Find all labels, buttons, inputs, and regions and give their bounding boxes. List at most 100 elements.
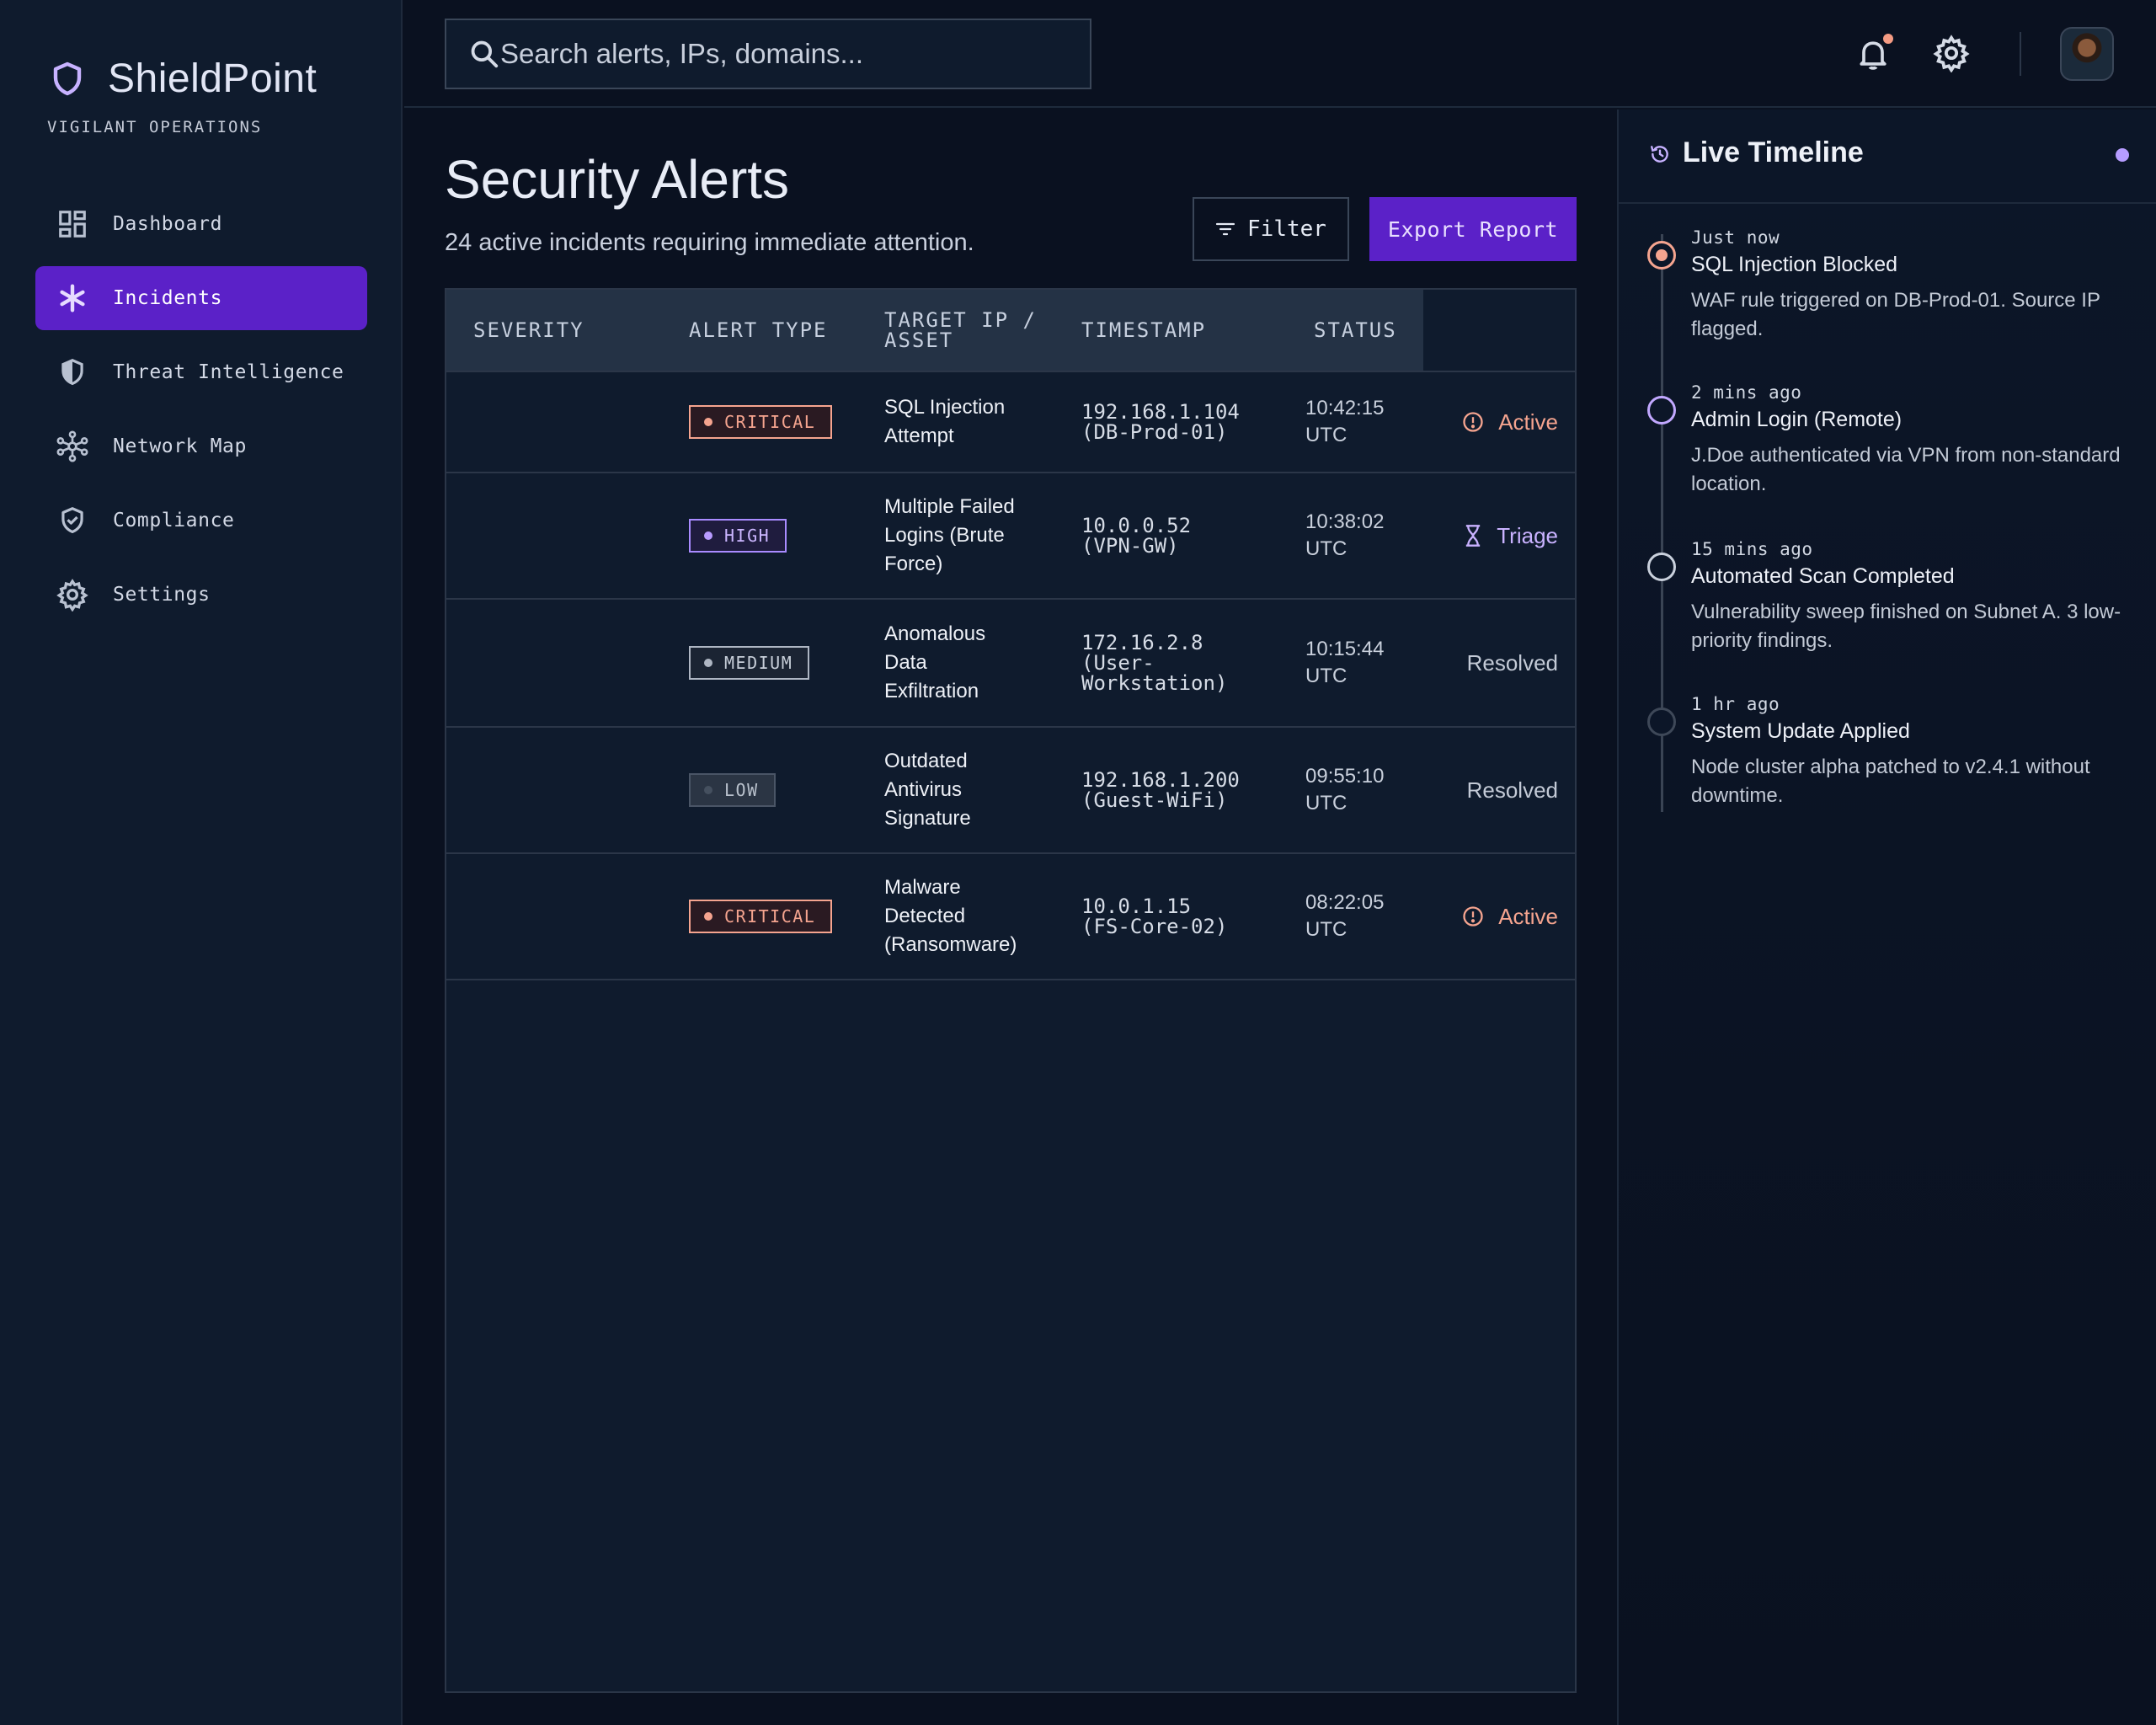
severity-badge: MEDIUM <box>689 646 810 680</box>
sidebar-item-label: Dashboard <box>113 213 223 235</box>
sidebar-item-label: Threat Intelligence <box>113 361 344 383</box>
status-badge: Resolved <box>1466 777 1558 803</box>
severity-badge: HIGH <box>689 519 787 553</box>
column-header-severity[interactable]: SEVERITY <box>473 290 584 371</box>
main-content: Security Alerts 24 active incidents requ… <box>404 109 1617 1725</box>
avatar[interactable] <box>2060 27 2114 81</box>
event-description: Vulnerability sweep finished on Subnet A… <box>1691 601 2121 652</box>
filter-button[interactable]: Filter <box>1193 197 1349 261</box>
event-title: System Update Applied <box>1691 719 1910 743</box>
network-hub-icon <box>56 430 89 463</box>
target-asset: 172.16.2.8 (User- Workstation) <box>1081 631 1228 695</box>
severity-badge: CRITICAL <box>689 405 833 439</box>
event-description: J.Doe authenticated via VPN from non-sta… <box>1691 444 2121 495</box>
timeline-node <box>1647 553 1676 581</box>
dashboard-icon <box>56 207 89 241</box>
event-description: Node cluster alpha patched to v2.4.1 wit… <box>1691 756 2090 807</box>
brand[interactable]: ShieldPoint <box>47 56 317 102</box>
shield-half-icon <box>56 355 89 389</box>
sidebar: ShieldPoint VIGILANT OPERATIONS Dashboar… <box>0 0 403 1725</box>
timeline-node-active <box>1647 241 1676 270</box>
timestamp: 08:22:05 UTC <box>1305 891 1385 941</box>
table-row[interactable]: CRITICAL SQL Injection Attempt 192.168.1.… <box>446 371 1575 472</box>
column-header-alert-type[interactable]: ALERT TYPE <box>689 290 828 371</box>
sidebar-item-compliance[interactable]: Compliance <box>35 489 367 553</box>
sidebar-item-settings[interactable]: Settings <box>35 563 367 627</box>
shield-check-icon <box>56 504 89 537</box>
event-time: 2 mins ago <box>1691 382 1802 403</box>
brand-subtitle: VIGILANT OPERATIONS <box>47 118 263 136</box>
event-time: 15 mins ago <box>1691 539 1813 559</box>
live-timeline-panel: Live Timeline Just now SQL Injection Blo… <box>1617 109 2156 1725</box>
timestamp: 10:15:44 UTC <box>1305 638 1385 687</box>
alerts-table: SEVERITY ALERT TYPE TARGET IP / ASSET TI… <box>445 288 1577 1693</box>
event-time: Just now <box>1691 227 1780 248</box>
notification-dot <box>1883 34 1893 44</box>
alert-type: Multiple Failed Logins (Brute Force) <box>884 495 1015 575</box>
sidebar-item-incidents[interactable]: Incidents <box>35 266 367 330</box>
event-title: SQL Injection Blocked <box>1691 253 1898 276</box>
search-input[interactable] <box>500 38 1073 70</box>
filter-label: Filter <box>1247 216 1326 242</box>
sidebar-item-label: Settings <box>113 584 211 606</box>
sidebar-nav: Dashboard Incidents Threat Intelligence <box>35 192 367 637</box>
search-icon <box>471 40 499 68</box>
column-header-timestamp[interactable]: TIMESTAMP <box>1081 290 1206 371</box>
target-asset: 192.168.1.104 (DB-Prod-01) <box>1081 400 1240 444</box>
top-bar <box>404 0 2156 108</box>
live-indicator <box>2116 148 2129 162</box>
sidebar-item-threat-intelligence[interactable]: Threat Intelligence <box>35 340 367 404</box>
sidebar-item-dashboard[interactable]: Dashboard <box>35 192 367 256</box>
table-header: SEVERITY ALERT TYPE TARGET IP / ASSET TI… <box>446 290 1423 371</box>
sidebar-item-label: Compliance <box>113 510 235 531</box>
column-header-target[interactable]: TARGET IP / ASSET <box>884 290 1061 371</box>
table-row[interactable]: LOW Outdated Antivirus Signature 192.168.1… <box>446 726 1575 852</box>
target-asset: 10.0.1.15 (FS-Core-02) <box>1081 895 1228 938</box>
status-badge: Triage <box>1423 523 1558 549</box>
severity-badge: LOW <box>689 773 776 807</box>
asterisk-icon <box>56 281 89 315</box>
alert-type: Anomalous Data Exfiltration <box>884 622 986 702</box>
status-badge: Resolved <box>1466 649 1558 676</box>
severity-badge: CRITICAL <box>689 900 833 933</box>
sidebar-item-network-map[interactable]: Network Map <box>35 414 367 478</box>
search-box[interactable] <box>445 19 1091 89</box>
table-row[interactable]: CRITICAL Malware Detected (Ransomware) 10.… <box>446 852 1575 980</box>
status-badge: Active <box>1423 904 1558 930</box>
alert-type: SQL Injection Attempt <box>884 396 1006 447</box>
brand-name: ShieldPoint <box>108 56 318 101</box>
event-time: 1 hr ago <box>1691 694 1780 714</box>
timeline-event[interactable]: 15 mins ago Automated Scan Completed Vul… <box>1619 539 2156 682</box>
event-description: WAF rule triggered on DB-Prod-01. Source… <box>1691 289 2100 340</box>
status-badge: Active <box>1423 409 1558 435</box>
page-subtitle: 24 active incidents requiring immediate … <box>445 229 974 256</box>
topbar-divider <box>2020 32 2021 76</box>
column-header-status[interactable]: STATUS <box>1314 290 1397 371</box>
alert-type: Outdated Antivirus Signature <box>884 750 971 830</box>
filter-icon <box>1215 222 1235 236</box>
sidebar-item-label: Incidents <box>113 287 223 309</box>
alert-type: Malware Detected (Ransomware) <box>884 876 1017 956</box>
timeline-event[interactable]: 1 hr ago System Update Applied Node clus… <box>1619 694 2156 837</box>
table-row[interactable]: HIGH Multiple Failed Logins (Brute Force) … <box>446 472 1575 598</box>
table-row[interactable]: MEDIUM Anomalous Data Exfiltration 172.16.… <box>446 598 1575 726</box>
gear-icon <box>56 578 89 611</box>
timeline-title: Live Timeline <box>1683 136 1864 168</box>
export-report-button[interactable]: Export Report <box>1369 197 1577 261</box>
timeline-event[interactable]: 2 mins ago Admin Login (Remote) J.Doe au… <box>1619 382 2156 526</box>
hourglass-icon <box>1466 525 1481 547</box>
event-title: Admin Login (Remote) <box>1691 408 1903 431</box>
event-title: Automated Scan Completed <box>1691 564 1955 588</box>
target-asset: 10.0.0.52 (VPN-GW) <box>1081 514 1192 558</box>
gear-icon[interactable] <box>1932 34 1971 72</box>
timestamp: 10:42:15 UTC <box>1305 397 1385 446</box>
timeline-node <box>1647 396 1676 425</box>
target-asset: 192.168.1.200 (Guest-WiFi) <box>1081 768 1240 812</box>
timeline-node <box>1647 708 1676 736</box>
sidebar-item-label: Network Map <box>113 435 247 457</box>
page-title: Security Alerts <box>445 149 790 210</box>
alert-circle-icon <box>1463 412 1483 432</box>
timestamp: 09:55:10 UTC <box>1305 765 1385 814</box>
timeline-event[interactable]: Just now SQL Injection Blocked WAF rule … <box>1619 227 2156 371</box>
timestamp: 10:38:02 UTC <box>1305 510 1385 560</box>
